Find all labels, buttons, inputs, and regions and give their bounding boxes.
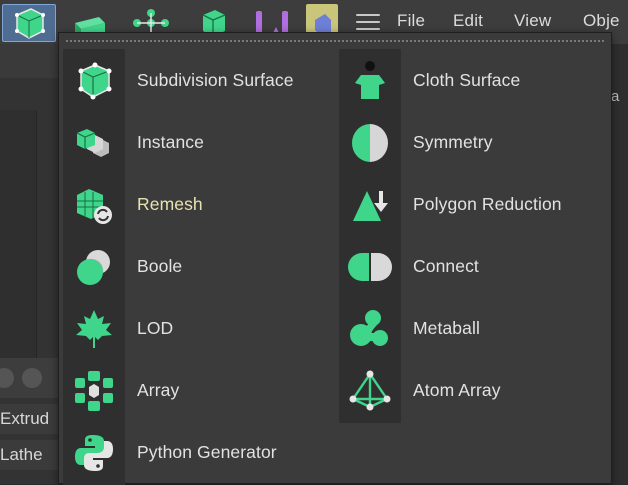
menu-item-cloth-surface[interactable]: Cloth Surface: [339, 50, 607, 112]
panel-controls: [0, 358, 60, 398]
viewport-canvas[interactable]: [0, 110, 37, 358]
array-icon: [63, 360, 125, 422]
hamburger-menu-icon[interactable]: [356, 14, 380, 30]
menu-item-label: LOD: [137, 318, 174, 338]
atom-array-icon: [339, 360, 401, 422]
subdivision-surface-icon: [15, 8, 45, 39]
menu-item-label: Remesh: [137, 194, 203, 214]
menu-item-metaball[interactable]: Metaball: [339, 298, 607, 360]
python-icon: [63, 422, 125, 484]
menu-item-label: Connect: [413, 256, 479, 276]
menu-item-symmetry[interactable]: Symmetry: [339, 112, 607, 174]
remesh-icon: [63, 174, 125, 236]
menu-item-subdivision-surface[interactable]: Subdivision Surface: [63, 50, 333, 112]
menu-edit[interactable]: Edit: [453, 11, 483, 31]
instance-icon: [63, 112, 125, 174]
menu-item-label: Boole: [137, 256, 183, 276]
menu-item-label: Symmetry: [413, 132, 493, 152]
right-panel-label: a: [611, 88, 620, 105]
boole-icon: [63, 236, 125, 298]
menu-item-label: Subdivision Surface: [137, 70, 294, 90]
menu-item-remesh[interactable]: Remesh: [63, 174, 333, 236]
menu-item-boole[interactable]: Boole: [63, 236, 333, 298]
metaball-icon: [339, 298, 401, 360]
menu-item-label: Atom Array: [413, 380, 501, 400]
polygon-reduction-icon: [339, 174, 401, 236]
menu-item-label: Polygon Reduction: [413, 194, 562, 214]
connect-icon: [339, 236, 401, 298]
menu-view[interactable]: View: [514, 11, 551, 31]
menu-item-label: Cloth Surface: [413, 70, 521, 90]
side-item-extrude[interactable]: Extrud: [0, 404, 60, 434]
lod-icon: [63, 298, 125, 360]
menu-item-lod[interactable]: LOD: [63, 298, 333, 360]
subdivision-surface-toolbar-button[interactable]: [2, 4, 56, 42]
panel-control-dot[interactable]: [22, 368, 42, 388]
cloth-surface-icon: [339, 50, 401, 112]
generator-dropdown-menu: Subdivision Surface Instance Remesh Bool…: [58, 32, 612, 485]
menu-item-array[interactable]: Array: [63, 360, 333, 422]
menu-item-label: Array: [137, 380, 180, 400]
menu-item-python-generator[interactable]: Python Generator: [63, 422, 333, 484]
menu-item-label: Metaball: [413, 318, 480, 338]
menu-item-polygon-reduction[interactable]: Polygon Reduction: [339, 174, 607, 236]
menu-file[interactable]: File: [397, 11, 425, 31]
menu-item-label: Instance: [137, 132, 204, 152]
subdivision-surface-icon: [63, 50, 125, 112]
menu-item-atom-array[interactable]: Atom Array: [339, 360, 607, 422]
menu-item-label: Python Generator: [137, 442, 277, 462]
tear-off-handle[interactable]: [65, 39, 605, 43]
menu-item-instance[interactable]: Instance: [63, 112, 333, 174]
symmetry-icon: [339, 112, 401, 174]
menu-item-connect[interactable]: Connect: [339, 236, 607, 298]
panel-control-dot[interactable]: [0, 368, 14, 388]
menu-object[interactable]: Obje: [583, 11, 620, 31]
side-item-lathe[interactable]: Lathe: [0, 440, 60, 470]
viewport-header: [0, 44, 60, 78]
